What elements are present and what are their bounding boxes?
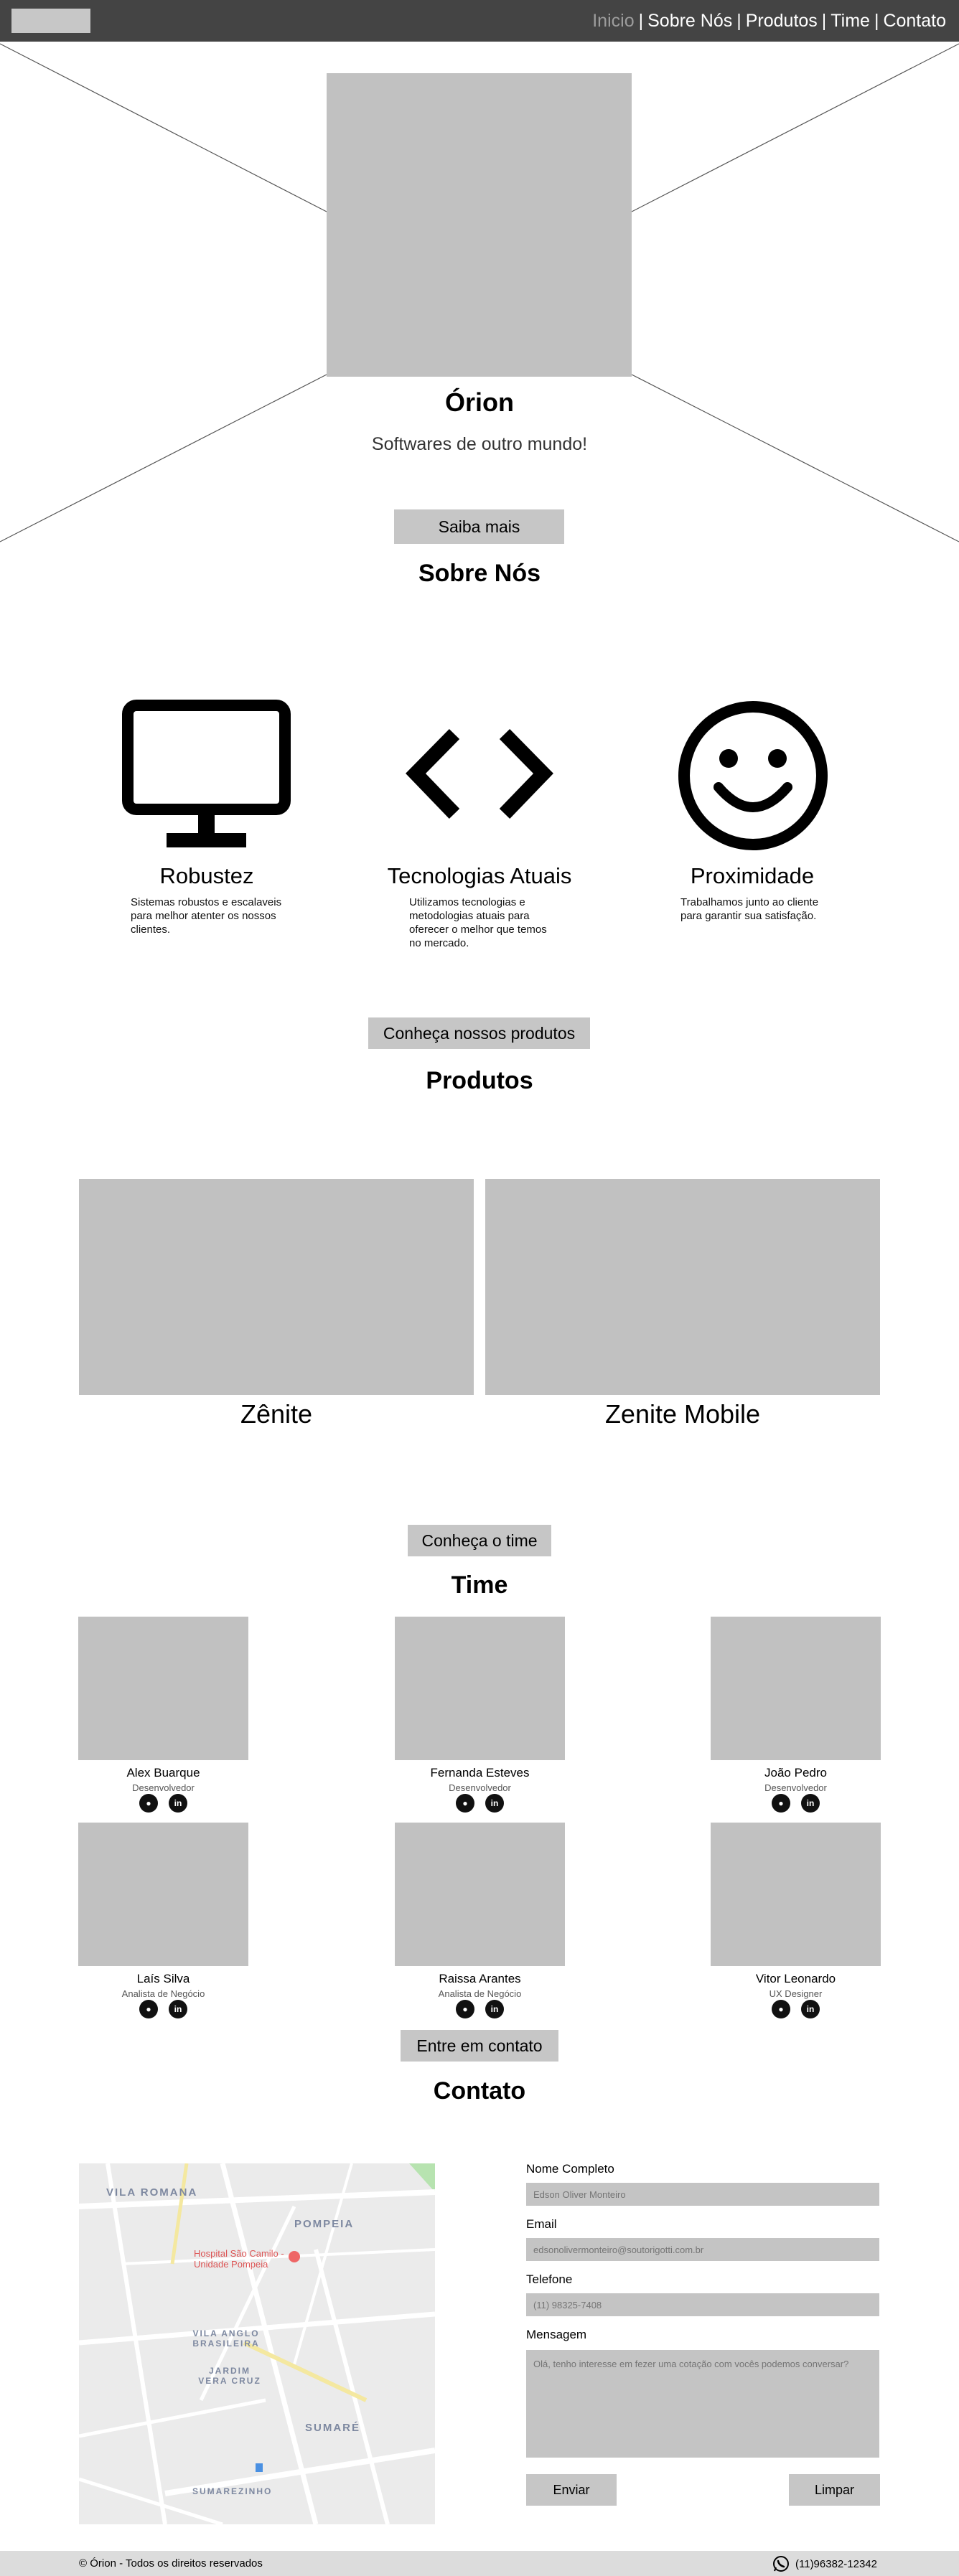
member-photo-placeholder bbox=[78, 1823, 248, 1966]
section-title-time: Time bbox=[451, 1571, 508, 1599]
nav-link-contato[interactable]: Contato bbox=[883, 10, 946, 32]
nav-link-sobre-nos[interactable]: Sobre Nós bbox=[647, 10, 732, 32]
member-role: Analista de Negócio bbox=[438, 1988, 522, 1999]
member-photo-placeholder bbox=[78, 1617, 248, 1760]
feature-title: Proximidade bbox=[690, 863, 815, 888]
feature-title: Robustez bbox=[159, 863, 254, 888]
monitor-icon bbox=[122, 700, 291, 847]
linkedin-icon[interactable]: in bbox=[169, 1794, 187, 1813]
nav-link-produtos[interactable]: Produtos bbox=[746, 10, 818, 32]
product-image-placeholder[interactable] bbox=[485, 1179, 880, 1395]
phone-label: Telefone bbox=[526, 2272, 573, 2286]
member-name: Alex Buarque bbox=[126, 1766, 200, 1780]
name-input[interactable] bbox=[526, 2183, 879, 2206]
clear-button[interactable]: Limpar bbox=[789, 2474, 880, 2506]
conheca-time-button[interactable]: Conheça o time bbox=[408, 1525, 551, 1556]
member-role: Desenvolvedor bbox=[764, 1782, 827, 1793]
member-role: Desenvolvedor bbox=[449, 1782, 511, 1793]
member-photo-placeholder bbox=[711, 1617, 881, 1760]
location-map[interactable]: VILA ROMANA POMPEIA VILA ANGLO BRASILEIR… bbox=[79, 2163, 435, 2524]
nav-separator: | bbox=[736, 11, 742, 31]
email-label: Email bbox=[526, 2217, 557, 2231]
linkedin-icon[interactable]: in bbox=[485, 2000, 504, 2018]
linkedin-icon[interactable]: in bbox=[485, 1794, 504, 1813]
section-title-sobre-nos: Sobre Nós bbox=[418, 560, 541, 587]
smiley-icon bbox=[678, 701, 828, 850]
nav-separator: | bbox=[874, 11, 879, 31]
feature-description: Sistemas robustos e escalaveis para melh… bbox=[131, 896, 282, 936]
map-label: SUMAREZINHO bbox=[192, 2486, 273, 2496]
linkedin-icon[interactable]: in bbox=[801, 2000, 820, 2018]
github-icon[interactable]: ● bbox=[456, 1794, 474, 1813]
member-photo-placeholder bbox=[395, 1617, 565, 1760]
github-icon[interactable]: ● bbox=[139, 2000, 158, 2018]
product-image-placeholder[interactable] bbox=[79, 1179, 474, 1395]
code-icon bbox=[406, 728, 553, 819]
nav-link-time[interactable]: Time bbox=[831, 10, 870, 32]
logo-placeholder[interactable] bbox=[11, 9, 90, 33]
whatsapp-icon bbox=[773, 2556, 789, 2572]
member-role: Analista de Negócio bbox=[121, 1988, 205, 1999]
nav-separator: | bbox=[638, 11, 644, 31]
member-photo-placeholder bbox=[711, 1823, 881, 1966]
map-label: POMPEIA bbox=[294, 2218, 355, 2230]
hero-title: Órion bbox=[445, 387, 514, 417]
message-label: Mensagem bbox=[526, 2328, 587, 2341]
email-input[interactable] bbox=[526, 2238, 879, 2261]
nav-menu: Inicio | Sobre Nós | Produtos | Time | C… bbox=[592, 10, 946, 32]
entre-em-contato-button[interactable]: Entre em contato bbox=[401, 2030, 558, 2062]
feature-title: Tecnologias Atuais bbox=[387, 863, 572, 888]
member-name: Raissa Arantes bbox=[439, 1972, 521, 1985]
linkedin-icon[interactable]: in bbox=[801, 1794, 820, 1813]
map-label: VILA ROMANA bbox=[106, 2186, 198, 2199]
hero-tagline: Softwares de outro mundo! bbox=[371, 434, 588, 454]
copyright-text: Órion - Todos os direitos reservados bbox=[90, 2557, 263, 2570]
member-name: João Pedro bbox=[764, 1766, 827, 1780]
section-title-produtos: Produtos bbox=[426, 1067, 533, 1094]
copyright-icon: © bbox=[79, 2557, 88, 2570]
nav-link-inicio[interactable]: Inicio bbox=[592, 10, 634, 32]
phone-input[interactable] bbox=[526, 2293, 879, 2316]
product-name: Zenite Mobile bbox=[604, 1399, 761, 1429]
github-icon[interactable]: ● bbox=[772, 1794, 790, 1813]
footer-phone[interactable]: (11)96382-12342 bbox=[772, 2555, 877, 2572]
name-label: Nome Completo bbox=[526, 2162, 614, 2176]
member-name: Fernanda Esteves bbox=[430, 1766, 530, 1780]
linkedin-icon[interactable]: in bbox=[169, 2000, 187, 2018]
saiba-mais-button[interactable]: Saiba mais bbox=[394, 509, 564, 544]
map-label: JARDIM VERA CRUZ bbox=[198, 2366, 261, 2386]
member-name: Laís Silva bbox=[136, 1972, 190, 1985]
member-name: Vitor Leonardo bbox=[755, 1972, 836, 1985]
member-role: UX Designer bbox=[769, 1988, 823, 1999]
message-textarea[interactable] bbox=[526, 2350, 879, 2458]
github-icon[interactable]: ● bbox=[456, 2000, 474, 2018]
github-icon[interactable]: ● bbox=[772, 2000, 790, 2018]
product-name: Zênite bbox=[240, 1399, 313, 1429]
feature-description: Trabalhamos junto ao cliente para garant… bbox=[680, 896, 819, 922]
section-title-contato: Contato bbox=[433, 2077, 526, 2105]
submit-button[interactable]: Enviar bbox=[526, 2474, 617, 2506]
map-poi-label: Hospital São Camilo - Unidade Pompeia bbox=[194, 2248, 284, 2270]
github-icon[interactable]: ● bbox=[139, 1794, 158, 1813]
footer-copyright: © Órion - Todos os direitos reservados bbox=[79, 2557, 263, 2570]
hero-image-placeholder bbox=[327, 73, 632, 377]
nav-separator: | bbox=[821, 11, 827, 31]
phone-number: (11)96382-12342 bbox=[795, 2557, 877, 2570]
member-role: Desenvolvedor bbox=[132, 1782, 195, 1793]
map-label: SUMARÉ bbox=[305, 2422, 361, 2434]
top-navbar: Inicio | Sobre Nós | Produtos | Time | C… bbox=[0, 0, 959, 42]
feature-description: Utilizamos tecnologias e metodologias at… bbox=[409, 896, 547, 949]
conheca-produtos-button[interactable]: Conheça nossos produtos bbox=[368, 1017, 590, 1049]
member-photo-placeholder bbox=[395, 1823, 565, 1966]
map-label: VILA ANGLO BRASILEIRA bbox=[192, 2328, 260, 2349]
